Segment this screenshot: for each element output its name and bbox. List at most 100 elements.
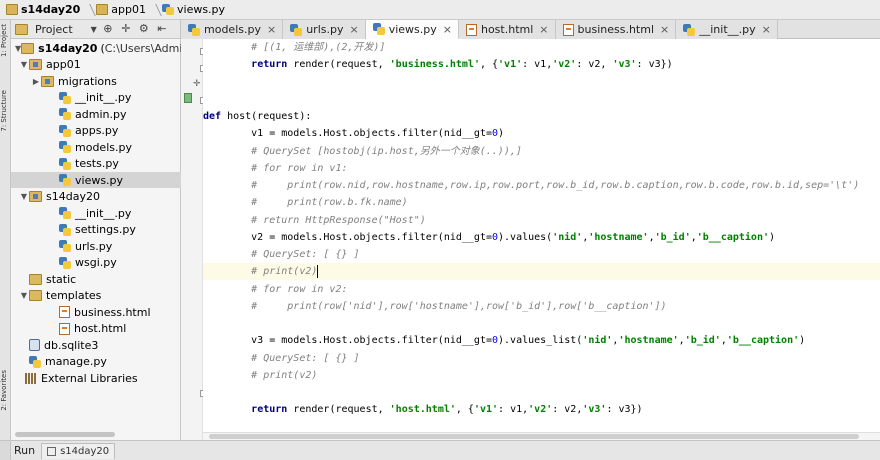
sync-icon[interactable]: ⊕ <box>101 22 115 36</box>
tree-item-label: migrations <box>58 74 117 88</box>
tree-item[interactable]: __init__.py <box>11 90 181 106</box>
code-line[interactable]: # for row in v2: <box>203 281 880 298</box>
tree-item[interactable]: __init__.py <box>11 205 181 221</box>
code-line[interactable] <box>203 74 880 91</box>
code-line[interactable]: return render(request, 'host.html', {'v1… <box>203 401 880 418</box>
code-line[interactable]: # QuerySet: [ {} ] <box>203 350 880 367</box>
close-icon[interactable]: × <box>349 23 358 36</box>
breadcrumb-item[interactable]: app01 <box>92 1 150 19</box>
code-token: , { <box>479 59 499 71</box>
code-token: : v1, <box>522 59 553 71</box>
bookmark-icon[interactable] <box>184 93 192 103</box>
collapse-all-icon[interactable]: ✛ <box>119 22 133 36</box>
hide-panel-icon[interactable]: ⇤ <box>155 22 169 36</box>
python-file-icon <box>59 157 71 170</box>
run-tool-window-label[interactable]: Run <box>14 444 35 457</box>
project-panel-title[interactable]: Project <box>35 23 73 36</box>
close-icon[interactable]: × <box>539 23 548 36</box>
tree-item[interactable]: tests.py <box>11 156 181 172</box>
editor-horizontal-scrollbar[interactable] <box>203 432 880 440</box>
tree-item[interactable]: urls.py <box>11 238 181 254</box>
editor-tab[interactable]: __init__.py × <box>676 20 778 39</box>
python-file-icon <box>59 223 71 236</box>
scrollbar-thumb[interactable] <box>209 434 859 439</box>
expand-arrow-icon[interactable]: ▼ <box>19 192 29 201</box>
breadcrumb-item[interactable]: s14day20 <box>2 1 84 19</box>
folder-icon <box>6 4 18 15</box>
code-line[interactable]: # [(1, 运维部),(2,开发)] <box>203 39 880 56</box>
code-line[interactable]: # QuerySet [hostobj(ip.host,另外一个对象(..)),… <box>203 143 880 160</box>
folder-icon <box>29 290 42 301</box>
tool-window-button[interactable]: 1: Project <box>0 24 11 57</box>
expand-arrow-icon[interactable]: ▼ <box>19 291 29 300</box>
editor-tab[interactable]: host.html × <box>458 20 556 39</box>
html-file-icon <box>465 23 477 36</box>
code-editor[interactable]: # [(1, 运维部),(2,开发)] return render(reques… <box>203 39 880 440</box>
crosshair-icon: ✛ <box>193 79 201 89</box>
breadcrumb-item[interactable]: views.py <box>158 1 229 19</box>
tree-item[interactable]: wsgi.py <box>11 255 181 271</box>
tree-item[interactable]: ▼ s14day20 <box>11 189 181 205</box>
code-token: : v2, <box>552 404 583 416</box>
tree-item-label: admin.py <box>75 107 127 121</box>
code-line[interactable] <box>203 91 880 108</box>
code-token: v2 = models.Host.objects.filter(nid__gt= <box>203 231 492 243</box>
tree-item[interactable]: models.py <box>11 139 181 155</box>
code-line[interactable]: def host(request): <box>203 108 880 125</box>
tool-windows-icon[interactable] <box>0 440 11 460</box>
python-file-icon <box>683 23 696 36</box>
package-folder-icon <box>29 191 42 202</box>
expand-arrow-icon[interactable]: ▼ <box>19 60 29 69</box>
code-line[interactable]: # for row in v1: <box>203 160 880 177</box>
tree-item[interactable]: ▼ templates <box>11 288 181 304</box>
tree-item[interactable]: views.py <box>11 172 181 188</box>
editor-tab[interactable]: urls.py × <box>283 20 366 39</box>
code-line[interactable]: # print(row.b.fk.name) <box>203 194 880 211</box>
code-line[interactable]: # return HttpResponse("Host") <box>203 212 880 229</box>
gear-icon[interactable]: ⚙ <box>137 22 151 36</box>
editor-gutter[interactable]: ✛ <box>181 39 207 440</box>
tab-label: business.html <box>577 23 655 36</box>
tree-item[interactable]: ▼ app01 <box>11 57 181 73</box>
tree-item[interactable]: ▶ migrations <box>11 73 181 89</box>
code-line[interactable]: # print(row['nid'],row['hostname'],row['… <box>203 298 880 315</box>
tree-item[interactable]: ▼s14day20(C:\Users\Administrato <box>11 40 181 56</box>
close-icon[interactable]: × <box>443 23 452 36</box>
project-tree-scrollbar[interactable] <box>15 432 115 437</box>
code-token: 'business.html' <box>389 59 480 71</box>
code-token: 'v3' <box>612 59 637 71</box>
tree-item[interactable]: static <box>11 271 181 287</box>
tree-item[interactable]: manage.py <box>11 354 181 370</box>
tool-window-button[interactable]: 2: Favorites <box>0 370 11 411</box>
code-line[interactable]: v2 = models.Host.objects.filter(nid__gt=… <box>203 229 880 246</box>
tool-window-button[interactable]: 7: Structure <box>0 90 11 132</box>
tree-item[interactable]: External Libraries <box>11 370 181 386</box>
code-line[interactable]: # QuerySet: [ {} ] <box>203 246 880 263</box>
editor-tab[interactable]: business.html × <box>555 20 677 39</box>
code-line[interactable] <box>203 315 880 332</box>
close-icon[interactable]: × <box>762 23 771 36</box>
tree-item[interactable]: admin.py <box>11 106 181 122</box>
tree-item[interactable]: business.html <box>11 304 181 320</box>
collapse-arrow-icon[interactable]: ▶ <box>31 77 41 86</box>
code-line[interactable]: # print(v2) <box>203 263 880 281</box>
close-icon[interactable]: × <box>660 23 669 36</box>
editor-tab[interactable]: models.py × <box>181 20 284 39</box>
tree-item[interactable]: db.sqlite3 <box>11 337 181 353</box>
code-line[interactable]: # print(row.nid,row.hostname,row.ip,row.… <box>203 177 880 194</box>
text-caret <box>317 264 319 278</box>
editor-tab[interactable]: views.py × <box>365 20 459 39</box>
tree-item[interactable]: settings.py <box>11 222 181 238</box>
code-token: 'nid' <box>552 231 583 243</box>
project-view-dropdown-icon[interactable]: ▼ <box>91 25 97 34</box>
code-line[interactable]: # print(v2) <box>203 367 880 384</box>
code-line[interactable]: return render(request, 'business.html', … <box>203 56 880 73</box>
close-icon[interactable]: × <box>267 23 276 36</box>
tree-item[interactable]: apps.py <box>11 123 181 139</box>
code-line[interactable]: v3 = models.Host.objects.filter(nid__gt=… <box>203 332 880 349</box>
code-line[interactable]: v1 = models.Host.objects.filter(nid__gt=… <box>203 125 880 142</box>
tree-item[interactable]: host.html <box>11 321 181 337</box>
code-line[interactable] <box>203 384 880 401</box>
code-token: 'b__caption' <box>726 335 800 347</box>
run-config-tab[interactable]: s14day20 <box>41 442 116 459</box>
